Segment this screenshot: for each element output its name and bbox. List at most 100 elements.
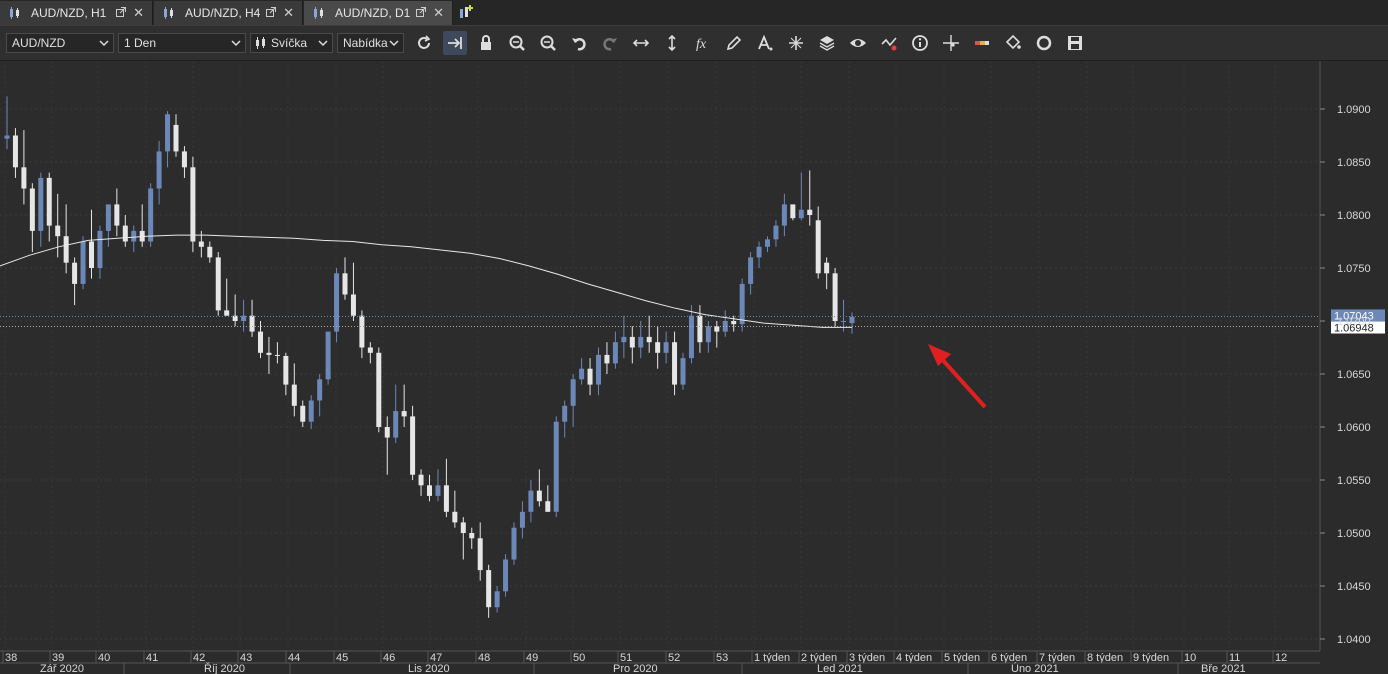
candle-body [274,354,280,356]
week-label: 10 [1184,652,1196,664]
candle-body [688,315,694,359]
chart-toolbar: AUD/NZD 1 Den Svíčka Nabídka fx [0,26,1388,61]
candle-body [790,204,796,219]
candle-body [72,262,78,284]
indicator-fx-icon: fx [696,37,707,52]
crosshair-tool-button[interactable] [784,31,808,55]
week-label: 1 týden [754,652,790,664]
candle-body [350,294,356,316]
layers-icon [819,36,835,51]
candle-body [4,135,10,139]
info-button[interactable] [908,31,932,55]
pencil-icon [726,35,742,51]
crosshair-tool-icon [789,36,803,50]
candle-body [756,246,762,258]
refresh-button[interactable] [412,31,436,55]
candle-body [224,310,230,316]
chevron-down-icon [318,40,328,47]
detach-icon[interactable] [416,7,426,17]
candle-body [89,241,94,268]
plot-area[interactable] [0,61,1320,651]
candle-body [308,400,314,422]
timeframe-select[interactable]: 1 Den [118,33,246,53]
price-tick-label: 1.0600 [1337,422,1371,434]
candle-body [80,241,86,284]
candle-body [469,533,475,539]
price-tick-label: 1.0450 [1337,581,1371,593]
close-icon[interactable]: ✕ [133,6,144,19]
price-chart[interactable]: 1.070431.06948 1.09001.08501.08001.07501… [0,61,1388,674]
candle-body [367,347,373,353]
candle-body [621,336,627,343]
symbol-select[interactable]: AUD/NZD [6,33,114,53]
candle [553,416,559,518]
undo-button[interactable] [567,31,591,55]
candle-body [325,331,331,380]
add-chart-icon[interactable] [456,3,476,23]
layers-button[interactable] [815,31,839,55]
month-label: Pro 2020 [613,663,658,674]
horizontal-line-button[interactable] [629,31,653,55]
zoom-in-icon [509,35,525,51]
candle-body [663,342,669,353]
cursor-cross-icon [943,35,959,51]
detach-icon[interactable] [116,7,126,17]
auto-scroll-button[interactable] [443,31,467,55]
tab-label: AUD/NZD, H1 [31,6,107,20]
candle-body [832,273,838,321]
month-label: Bře 2021 [1201,663,1246,674]
tab-aud-nzd-h1[interactable]: AUD/NZD, H1 ✕ [0,1,153,25]
candle-body [12,135,18,168]
fill-button[interactable] [1001,31,1025,55]
month-label: Úno 2021 [1011,662,1059,674]
menu-select[interactable]: Nabídka [337,33,404,53]
candle-body [477,538,483,571]
paint-bucket-icon [1005,34,1021,50]
vertical-line-button[interactable] [660,31,684,55]
visibility-button[interactable] [846,31,870,55]
candle [376,347,382,433]
candle-body [105,204,111,231]
candle-body [646,336,652,343]
candle-body [165,114,171,152]
candle-body [587,368,593,385]
candle-body [452,511,458,523]
refresh-icon [418,35,431,49]
candle-body [114,204,120,226]
candle-body [21,167,27,189]
zoom-in-button[interactable] [505,31,529,55]
candle-body [190,167,196,242]
info-icon [912,35,928,51]
auto-scroll-icon [448,37,462,49]
draw-button[interactable] [722,31,746,55]
candle-body [765,239,770,247]
tab-aud-nzd-d1[interactable]: AUD/NZD, D1 ✕ [304,1,453,25]
chevron-down-icon [99,40,109,47]
vertical-line-icon [668,34,676,52]
lock-button[interactable] [474,31,498,55]
candle-body [427,485,432,496]
redo-button[interactable] [598,31,622,55]
color-button[interactable] [970,31,994,55]
detach-icon[interactable] [266,7,276,17]
text-tool-button[interactable] [753,31,777,55]
cursor-cross-button[interactable] [939,31,963,55]
week-label: 50 [573,652,585,664]
chart-type-select[interactable]: Svíčka [250,33,333,53]
zoom-out-button[interactable] [536,31,560,55]
candle-body [317,379,323,401]
indicators-button[interactable]: fx [691,31,715,55]
price-tick-label: 1.0650 [1337,369,1371,381]
candle [215,252,221,316]
candle [80,236,86,290]
circle-button[interactable] [1032,31,1056,55]
tab-aud-nzd-h4[interactable]: AUD/NZD, H4 ✕ [154,1,303,25]
candle-body [97,230,103,268]
candle-body [731,321,737,325]
save-button[interactable] [1063,31,1087,55]
close-icon[interactable]: ✕ [283,6,294,19]
close-icon[interactable]: ✕ [433,6,444,19]
alerts-button[interactable] [877,31,901,55]
candle-body [460,522,466,533]
svg-text:fx: fx [696,37,707,52]
